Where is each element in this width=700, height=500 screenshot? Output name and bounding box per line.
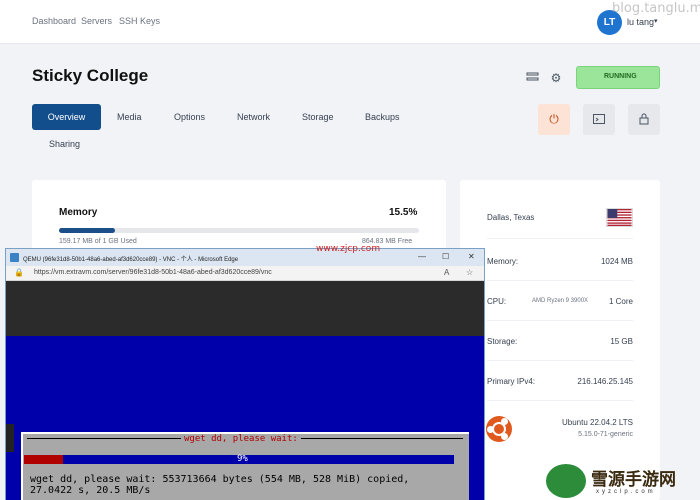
tab-network[interactable]: Network [237, 112, 270, 122]
us-flag-icon [606, 208, 633, 227]
vnc-toolbar-area [6, 281, 484, 336]
gear-icon[interactable]: ⚙ [549, 71, 563, 85]
top-nav: Dashboard Servers SSH Keys LT lu tang ▾ [0, 0, 700, 44]
memory-title: Memory [59, 207, 98, 218]
dialog-line-2: 27.0422 s, 20.5 MB/s [30, 485, 151, 496]
watermark-blog: blog.tanglu.me [612, 1, 700, 16]
watermark-zjcp: www.zjcp.com [316, 244, 381, 254]
status-text: RUNNING [604, 73, 637, 80]
ubuntu-icon [486, 416, 512, 442]
status-badge: RUNNING [576, 66, 660, 89]
close-icon[interactable]: ✕ [468, 252, 475, 261]
vnc-sidebar-handle[interactable] [6, 424, 14, 452]
tab-media[interactable]: Media [117, 112, 142, 122]
ip-label: Primary IPv4: [487, 377, 536, 386]
cpu-cores: 1 Core [608, 297, 633, 306]
window-titlebar[interactable]: QEMU (96fe31d8-50b1-48a6-abed-af3d620cce… [6, 249, 484, 266]
dialog-title: wget dd, please wait: [181, 434, 301, 444]
user-menu[interactable]: lu tang [627, 17, 654, 27]
console-icon [593, 114, 605, 124]
nav-ssh-keys[interactable]: SSH Keys [119, 16, 160, 26]
ip-value: 216.146.25.145 [577, 377, 633, 386]
cpu-model: AMD Ryzen 9 3900X [532, 298, 589, 304]
memory-value: 1024 MB [600, 257, 633, 266]
divider [487, 360, 633, 361]
storage-value: 15 GB [610, 337, 633, 346]
dialog-text: wget dd, please wait: 553713664 bytes (5… [30, 474, 409, 496]
tab-options[interactable]: Options [174, 112, 205, 122]
tab-overview[interactable]: Overview [32, 104, 101, 130]
address-bar[interactable]: 🔒 https://vm.extravm.com/server/96fe31d8… [6, 266, 484, 281]
site-info-icon[interactable]: 🔒 [14, 268, 24, 277]
lock-icon [639, 113, 649, 125]
os-kernel: 5.15.0-71-generic [578, 431, 633, 438]
divider [487, 320, 633, 321]
memory-progress-fill [59, 228, 115, 233]
watermark-logo-icon [546, 464, 586, 498]
read-aloud-icon[interactable]: A [444, 268, 449, 277]
divider [487, 400, 633, 401]
chevron-down-icon[interactable]: ▾ [654, 17, 658, 25]
window-title: QEMU (96fe31d8-50b1-48a6-abed-af3d620cce… [23, 257, 239, 263]
dialog-line-1: wget dd, please wait: 553713664 bytes (5… [30, 474, 410, 485]
power-button[interactable]: ⏻ [538, 104, 570, 135]
memory-percent: 15.5% [389, 207, 418, 218]
cpu-label: CPU: [487, 297, 507, 306]
edge-app-icon [10, 253, 19, 262]
memory-used: 159.17 MB of 1 GB Used [59, 238, 137, 245]
lock-button[interactable] [628, 104, 660, 135]
divider [487, 280, 633, 281]
tab-backups[interactable]: Backups [365, 112, 400, 122]
maximize-icon[interactable]: ☐ [442, 252, 449, 261]
dialog-progress-percent: 9% [237, 454, 248, 464]
storage-label: Storage: [487, 337, 518, 346]
location: Dallas, Texas [487, 213, 535, 222]
memory-progress-bar [59, 228, 419, 233]
url-text[interactable]: https://vm.extravm.com/server/96fe31d8-5… [34, 269, 272, 276]
memory-label: Memory: [487, 257, 519, 266]
tab-sharing[interactable]: Sharing [49, 139, 80, 149]
dialog-progress-fill [24, 455, 63, 464]
nav-servers[interactable]: Servers [81, 16, 112, 26]
page-title: Sticky College [32, 66, 149, 85]
list-icon[interactable] [525, 71, 539, 85]
watermark-logo-sub: xyzclp.com [596, 489, 656, 495]
nav-dashboard[interactable]: Dashboard [32, 16, 76, 26]
os-name: Ubuntu 22.04.2 LTS [561, 418, 633, 427]
favorite-icon[interactable]: ☆ [466, 268, 473, 277]
divider [487, 238, 633, 239]
power-icon: ⏻ [549, 112, 559, 126]
tab-storage[interactable]: Storage [302, 112, 334, 122]
tab-overview-label: Overview [47, 112, 86, 122]
minimize-icon[interactable]: — [418, 252, 426, 261]
console-button[interactable] [583, 104, 615, 135]
watermark-logo-text: 雪源手游网 [591, 470, 676, 490]
